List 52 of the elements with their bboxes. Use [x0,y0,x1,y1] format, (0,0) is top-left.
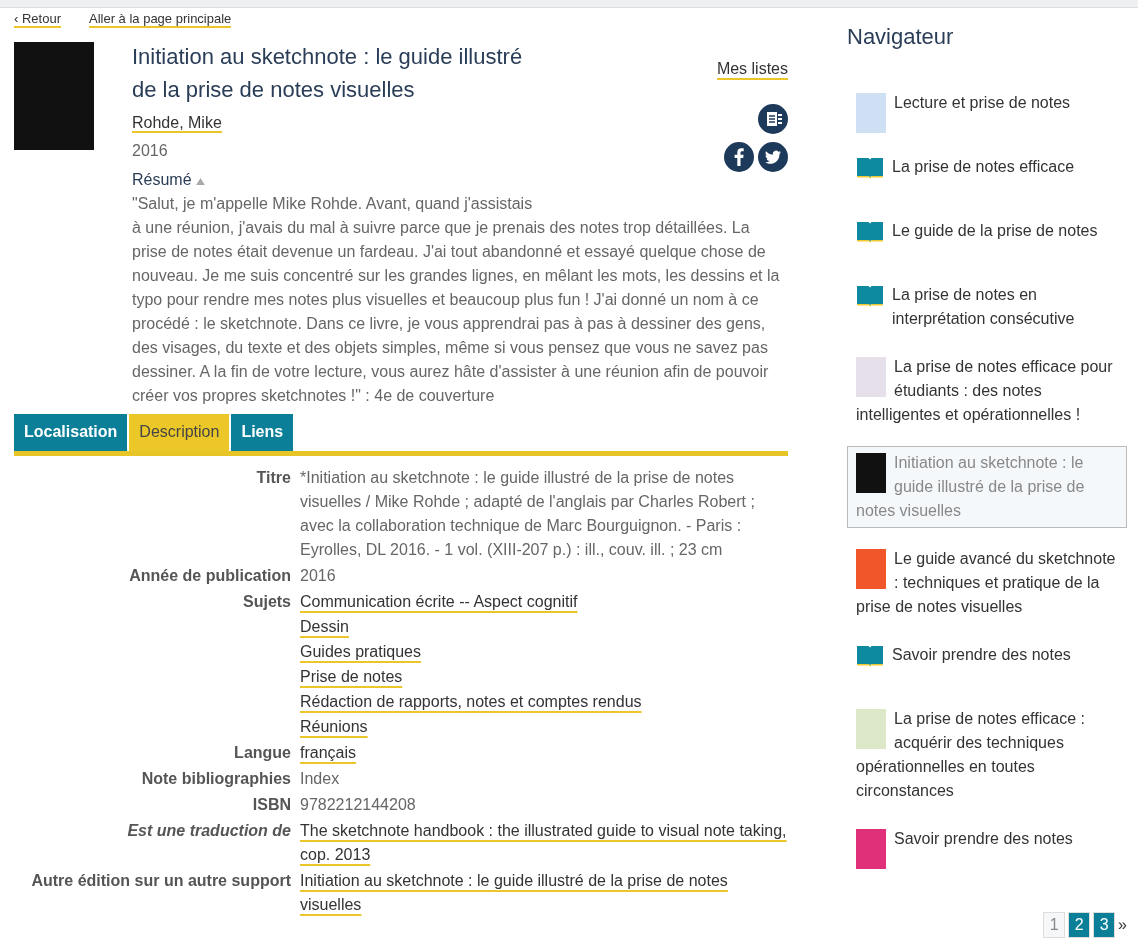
book-icon [856,643,884,667]
field-link[interactable]: Prise de notes [300,665,403,689]
field-label: Langue [233,743,291,763]
field-link[interactable]: Réunions [300,715,368,739]
navigator-item[interactable]: Savoir prendre des notes [847,822,1127,872]
field-link[interactable]: Rédaction de rapports, notes et comptes rendus [300,690,642,714]
field-link[interactable]: The sketchnote handbook : the illustrated guide to visual note taking, cop. 2013 [300,819,788,867]
page-button[interactable]: 3 [1093,912,1116,938]
summary-toggle[interactable]: Résumé [132,171,192,188]
navigator-item[interactable]: La prise de notes efficace : acquérir des techniques opérationnelles en toutes circonstances [847,702,1127,808]
twitter-icon[interactable] [758,142,788,172]
list-add-icon[interactable] [758,104,788,134]
book-title: Initiation au sketchnote : le guide illustré de la prise de notes visuelles [132,43,524,104]
page-button[interactable]: 2 [1068,912,1091,938]
field-value: 9782212144208 [300,795,417,815]
navigator-item[interactable]: Le guide de la prise de notes [847,214,1127,264]
field-label: Autre édition sur un autre support [30,871,291,891]
field-link[interactable]: Communication écrite -- Aspect cognitif [300,590,578,614]
tab[interactable]: Liens [231,414,294,451]
field-label: ISBN [251,795,291,815]
field-label: Sujets [242,592,291,612]
facebook-icon[interactable] [724,142,754,172]
field-link[interactable]: Initiation au sketchnote : le guide illustré de la prise de notes visuelles [300,869,788,917]
field-link[interactable]: Guides pratiques [300,640,421,664]
author-link[interactable]: Rohde, Mike [132,114,222,133]
navigator-item[interactable]: La prise de notes efficace [847,150,1127,200]
navigator-item[interactable]: La prise de notes efficace pour étudiants : des notes intelligentes et opérationnelles ! [847,350,1127,432]
field-link[interactable]: Dessin [300,615,349,639]
summary-text: "Salut, je m'appelle Mike Rohde. Avant, quand j'assistais à une réunion, j'avais du mal à suivre parce que je prenais des notes trop détaillées. La prise de notes était devenue un fardeau. J'ai tout abandonné et essayé quelque chose de nouveau. Je me suis concentré sur les grandes lignes, en mêlant les mots, les dessins et la typo pour rendre mes notes plus visuelles et beaucoup plus fun ! J'ai donné un nom à ce procédé : le sketchnote. Dans ce livre, je vous apprendrai pas à pas à dessiner des gens, des visages, du texte et des objets simples, même si vous pensez que vous ne savez pas dessiner. A la fin de votre lecture, vous aurez hâte d'assister à une réunion afin de pouvoir créer vos propres sketchnotes !" : 4e de couverture [132,194,781,406]
book-icon [856,283,884,307]
navigator-title: Navigateur [847,24,955,50]
navigator-item[interactable]: La prise de notes en interprétation consécutive [847,278,1127,336]
tab[interactable]: Localisation [14,414,128,451]
nav-link[interactable]: Aller à la page principale [88,12,232,28]
field-label: Année de publication [128,566,291,586]
field-value: *Initiation au sketchnote : le guide illustré de la prise de notes visuelles / Mike Rohde ; adapté de l'anglais par Charles Robert ; avec la collaboration technique de Marc Bourguignon. - Paris : Eyrolles, DL 2016. - 1 vol. (XIII-207 p.) : ill., couv. ill. ; 23 cm [300,468,756,560]
book-icon [856,155,884,179]
next-page-link[interactable]: » [1118,916,1127,934]
navigator-item[interactable]: Lecture et prise de notes [847,86,1127,136]
navigator-item[interactable]: Savoir prendre des notes [847,638,1127,688]
book-icon [856,219,884,243]
field-value: 2016 [300,566,337,586]
field-link[interactable]: français [300,741,357,765]
field-label: Est une traduction de [126,821,291,841]
publication-year: 2016 [132,141,168,161]
navigator-item[interactable]: Le guide avancé du sketchnote : techniques et pratique de la prise de notes visuelles [847,542,1127,624]
field-value: Index [300,769,341,789]
tab[interactable]: Description [129,414,230,451]
field-label: Titre [255,468,291,488]
my-lists-link[interactable]: Mes listes [716,60,788,80]
field-label: Note bibliographies [140,769,291,789]
nav-link[interactable]: ‹ Retour [14,12,61,28]
